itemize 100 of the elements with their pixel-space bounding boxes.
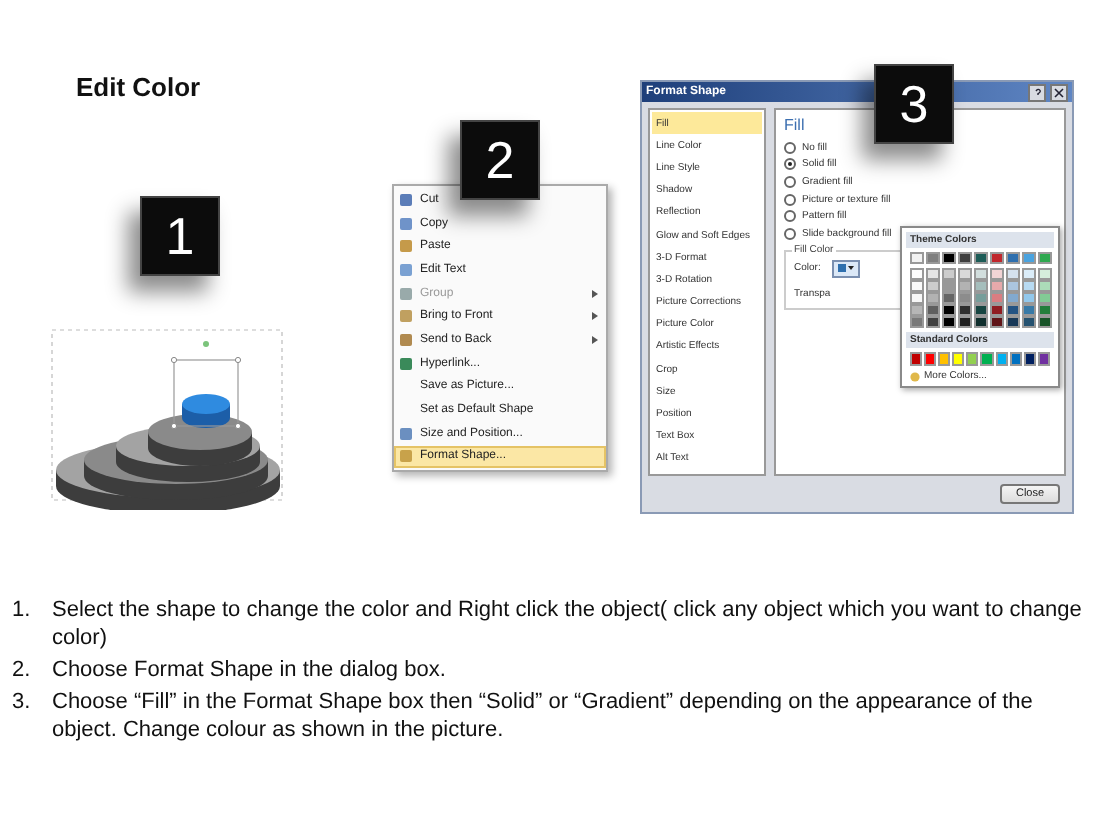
instruction-text: Choose “Fill” in the Format Shape box then “Solid” or “Gradient” depending on the appearance of the object. Change colour as shown in the picture.: [52, 688, 1035, 744]
shade-swatch[interactable]: [1038, 280, 1052, 292]
shade-swatch[interactable]: [910, 316, 924, 328]
shade-swatch[interactable]: [990, 316, 1004, 328]
shade-swatch[interactable]: [974, 280, 988, 292]
list-number: 2.: [12, 656, 33, 684]
radio-button[interactable]: [784, 193, 796, 206]
tile-icon: [400, 240, 412, 253]
shade-swatch[interactable]: [942, 292, 956, 304]
tile-icon: [400, 287, 412, 300]
section-title: Fill: [784, 116, 807, 134]
color-swatch[interactable]: [938, 352, 951, 366]
shade-swatch[interactable]: [942, 316, 956, 328]
color-swatch[interactable]: [942, 252, 956, 264]
color-swatch[interactable]: [974, 252, 988, 264]
color-swatch[interactable]: [995, 352, 1008, 366]
shade-swatch[interactable]: [926, 280, 940, 292]
shade-swatch[interactable]: [958, 292, 972, 304]
shade-swatch[interactable]: [910, 292, 924, 304]
radio-button[interactable]: [784, 158, 796, 171]
tile-icon: [400, 193, 412, 206]
shade-swatch[interactable]: [974, 316, 988, 328]
submenu-arrow-icon: [592, 312, 598, 321]
radio-button[interactable]: [784, 210, 796, 223]
shade-swatch[interactable]: [942, 280, 956, 292]
shade-swatch[interactable]: [974, 304, 988, 316]
shade-swatch[interactable]: [990, 292, 1004, 304]
shade-swatch[interactable]: [958, 280, 972, 292]
shade-swatch[interactable]: [990, 268, 1004, 280]
color-swatch[interactable]: [924, 352, 937, 366]
shade-swatch[interactable]: [926, 292, 940, 304]
submenu-arrow-icon: [592, 289, 598, 298]
tile-icon: [400, 263, 412, 276]
shade-swatch[interactable]: [1022, 280, 1036, 292]
shade-swatch[interactable]: [958, 316, 972, 328]
instruction-text: Select the shape to change the color and Right click the object( click any object which you want to change color): [52, 596, 1084, 652]
help-button[interactable]: [1028, 83, 1046, 101]
shade-swatch[interactable]: [990, 280, 1004, 292]
shade-swatch[interactable]: [926, 304, 940, 316]
shade-swatch[interactable]: [1038, 268, 1052, 280]
shade-swatch[interactable]: [926, 316, 940, 328]
shade-swatch[interactable]: [1006, 304, 1020, 316]
submenu-arrow-icon: [592, 335, 598, 344]
shade-swatch[interactable]: [958, 268, 972, 280]
shade-swatch[interactable]: [1006, 280, 1020, 292]
step-number-badge: 2: [460, 120, 540, 200]
tile-icon: [400, 217, 412, 230]
shade-swatch[interactable]: [1006, 292, 1020, 304]
shade-swatch[interactable]: [926, 268, 940, 280]
color-swatch[interactable]: [966, 352, 979, 366]
shade-swatch[interactable]: [1038, 304, 1052, 316]
color-swatch[interactable]: [1009, 352, 1022, 366]
color-swatch[interactable]: [910, 352, 923, 366]
radio-button[interactable]: [784, 175, 796, 188]
color-swatch[interactable]: [910, 252, 924, 264]
radio-button[interactable]: [784, 141, 796, 154]
shade-swatch[interactable]: [1022, 304, 1036, 316]
color-swatch[interactable]: [990, 252, 1004, 264]
shade-swatch[interactable]: [910, 280, 924, 292]
color-swatch[interactable]: [926, 252, 940, 264]
shade-swatch[interactable]: [1038, 316, 1052, 328]
shade-swatch[interactable]: [958, 304, 972, 316]
shade-swatch[interactable]: [910, 268, 924, 280]
radio-button[interactable]: [784, 227, 796, 240]
shade-swatch[interactable]: [1006, 268, 1020, 280]
shade-swatch[interactable]: [990, 304, 1004, 316]
color-swatch[interactable]: [1006, 252, 1020, 264]
list-number: 1.: [12, 596, 33, 626]
color-swatch[interactable]: [1022, 252, 1036, 264]
instruction-text: Choose Format Shape in the dialog box.: [52, 656, 446, 684]
color-swatch[interactable]: [1038, 252, 1052, 264]
close-button[interactable]: [1050, 83, 1068, 101]
close-icon: [1054, 87, 1064, 97]
shade-swatch[interactable]: [1022, 268, 1036, 280]
color-swatch[interactable]: [958, 252, 972, 264]
shade-swatch[interactable]: [1022, 292, 1036, 304]
color-swatch[interactable]: [980, 352, 994, 366]
color-swatch[interactable]: [952, 352, 965, 366]
shade-swatch[interactable]: [1038, 292, 1052, 304]
shade-swatch[interactable]: [1006, 316, 1020, 328]
tile-icon: [400, 357, 412, 370]
slide-title: Edit Color: [76, 72, 201, 102]
color-picker-button[interactable]: [832, 259, 861, 278]
list-number: 3.: [12, 688, 33, 718]
tile-icon: [400, 310, 412, 323]
shade-swatch[interactable]: [974, 292, 988, 304]
shade-swatch[interactable]: [942, 268, 956, 280]
palette-icon: [910, 371, 920, 381]
shade-swatch[interactable]: [942, 304, 956, 316]
color-swatch[interactable]: [1037, 352, 1050, 366]
tile-icon: [400, 333, 412, 346]
step-number-badge: 1: [140, 196, 220, 276]
step-number-badge: 3: [874, 64, 954, 144]
tile-icon: [400, 427, 412, 440]
color-swatch[interactable]: [1023, 352, 1036, 366]
help-icon: [1033, 87, 1041, 97]
shade-swatch[interactable]: [1022, 316, 1036, 328]
tile-icon: [400, 450, 412, 463]
shade-swatch[interactable]: [910, 304, 924, 316]
shade-swatch[interactable]: [974, 268, 988, 280]
